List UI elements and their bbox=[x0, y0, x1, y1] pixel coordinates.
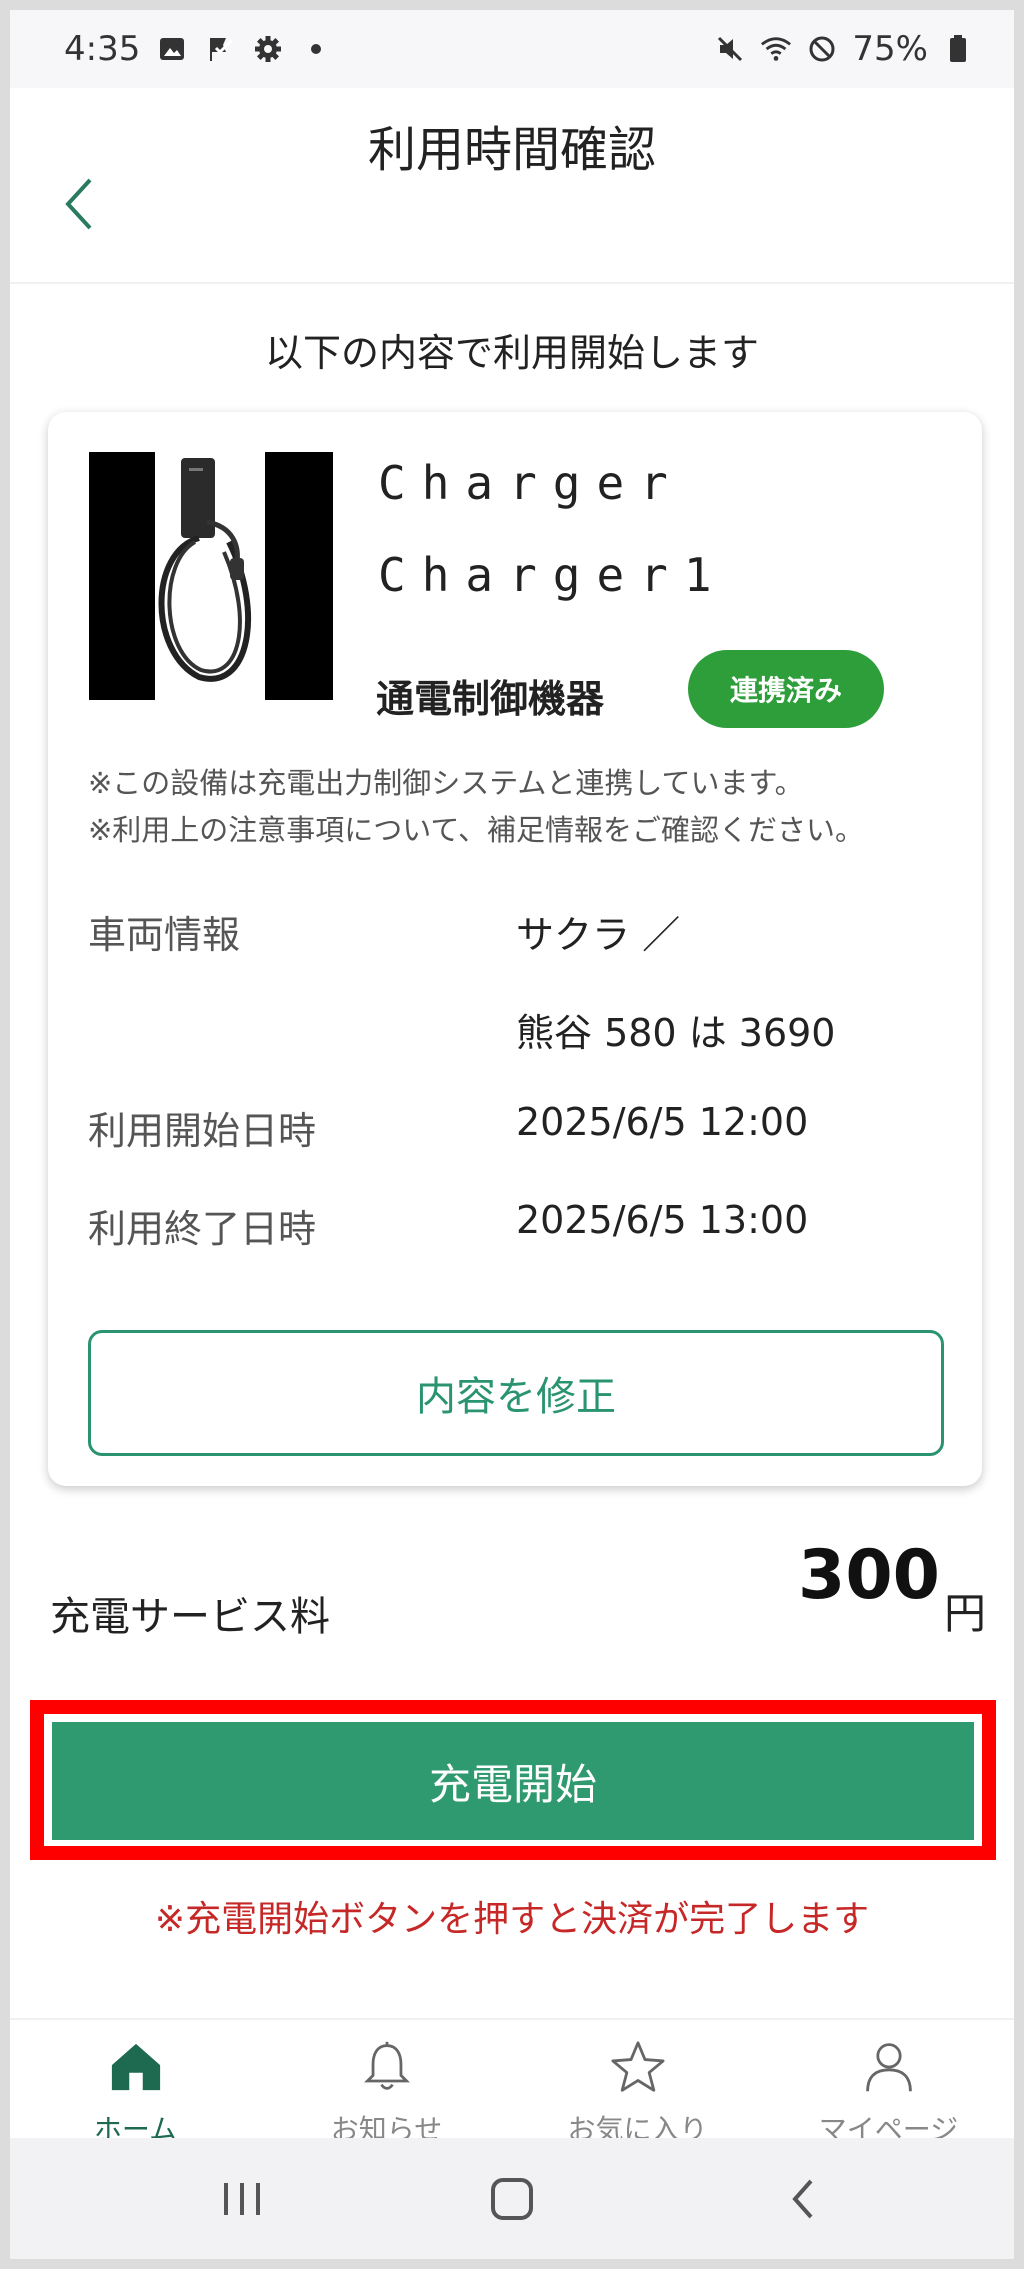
status-time: 4:35 bbox=[64, 29, 141, 69]
system-back-button[interactable] bbox=[772, 2174, 832, 2224]
bell-icon bbox=[363, 2041, 410, 2090]
usage-summary-card: Charger Charger1 通電制御機器 連携済み ※この設備は充電出力制… bbox=[48, 412, 982, 1486]
service-fee-label: 充電サービス料 bbox=[50, 1594, 330, 1640]
back-button[interactable] bbox=[50, 176, 106, 232]
bottom-tab-bar: ホーム お知らせ お気に入り マイページ bbox=[10, 2018, 1014, 2146]
vehicle-plate-value: 熊谷 580 は 3690 bbox=[516, 1011, 836, 1055]
device-name-line2: Charger1 bbox=[378, 548, 728, 602]
app-screen: 4:35 75% 利用時間確認 以下の内容で利用開始します Charger Ch… bbox=[10, 10, 1014, 2259]
person-icon bbox=[865, 2043, 912, 2092]
recent-apps-button[interactable] bbox=[212, 2174, 272, 2224]
note-line: ※利用上の注意事項について、補足情報をご確認ください。 bbox=[88, 813, 864, 847]
notification-dot-icon bbox=[300, 33, 332, 65]
start-charging-button[interactable]: 充電開始 bbox=[52, 1722, 974, 1840]
home-icon bbox=[111, 2043, 160, 2091]
chevron-left-icon bbox=[792, 2179, 813, 2219]
page-title: 利用時間確認 bbox=[367, 122, 656, 178]
home-system-button[interactable] bbox=[482, 2174, 542, 2224]
star-icon bbox=[610, 2041, 665, 2092]
device-name-line1: Charger bbox=[378, 456, 684, 510]
device-notes: ※この設備は充電出力制御システムと連携しています。 ※利用上の注意事項について、… bbox=[88, 760, 864, 854]
status-bar: 4:35 75% bbox=[10, 10, 1014, 88]
edit-content-button[interactable]: 内容を修正 bbox=[88, 1330, 944, 1456]
note-line: ※この設備は充電出力制御システムと連携しています。 bbox=[88, 766, 804, 800]
do-not-disturb-icon bbox=[806, 33, 838, 65]
wifi-icon bbox=[760, 33, 792, 65]
chevron-left-icon bbox=[65, 178, 92, 230]
end-datetime-value: 2025/6/5 13:00 bbox=[516, 1198, 809, 1242]
tab-notifications[interactable]: お知らせ bbox=[261, 2020, 512, 2146]
settings-gear-icon bbox=[252, 33, 284, 65]
tab-mypage[interactable]: マイページ bbox=[763, 2020, 1014, 2146]
home-square-icon bbox=[491, 2178, 533, 2220]
service-fee-amount: 300 bbox=[798, 1536, 940, 1615]
payment-warning: ※充電開始ボタンを押すと決済が完了します bbox=[154, 1899, 870, 1940]
vehicle-info-value: サクラ ／ bbox=[516, 913, 681, 957]
system-navigation-bar bbox=[10, 2138, 1014, 2259]
device-type: 通電制御機器 bbox=[376, 677, 605, 721]
charger-image bbox=[89, 452, 333, 700]
page-subtitle: 以下の内容で利用開始します bbox=[264, 331, 759, 375]
gallery-icon bbox=[156, 33, 188, 65]
linked-status-badge: 連携済み bbox=[688, 650, 884, 728]
recent-apps-icon bbox=[224, 2183, 260, 2215]
check-flag-icon bbox=[204, 33, 236, 65]
mute-icon bbox=[714, 33, 746, 65]
end-datetime-label: 利用終了日時 bbox=[88, 1207, 317, 1251]
battery-percent: 75% bbox=[852, 29, 928, 69]
tab-favorites[interactable]: お気に入り bbox=[512, 2020, 763, 2146]
start-datetime-label: 利用開始日時 bbox=[88, 1109, 317, 1153]
vehicle-info-label: 車両情報 bbox=[88, 913, 241, 957]
service-fee-unit: 円 bbox=[944, 1589, 987, 1638]
battery-icon bbox=[942, 33, 974, 65]
tab-home[interactable]: ホーム bbox=[10, 2020, 261, 2146]
start-datetime-value: 2025/6/5 12:00 bbox=[516, 1100, 809, 1144]
